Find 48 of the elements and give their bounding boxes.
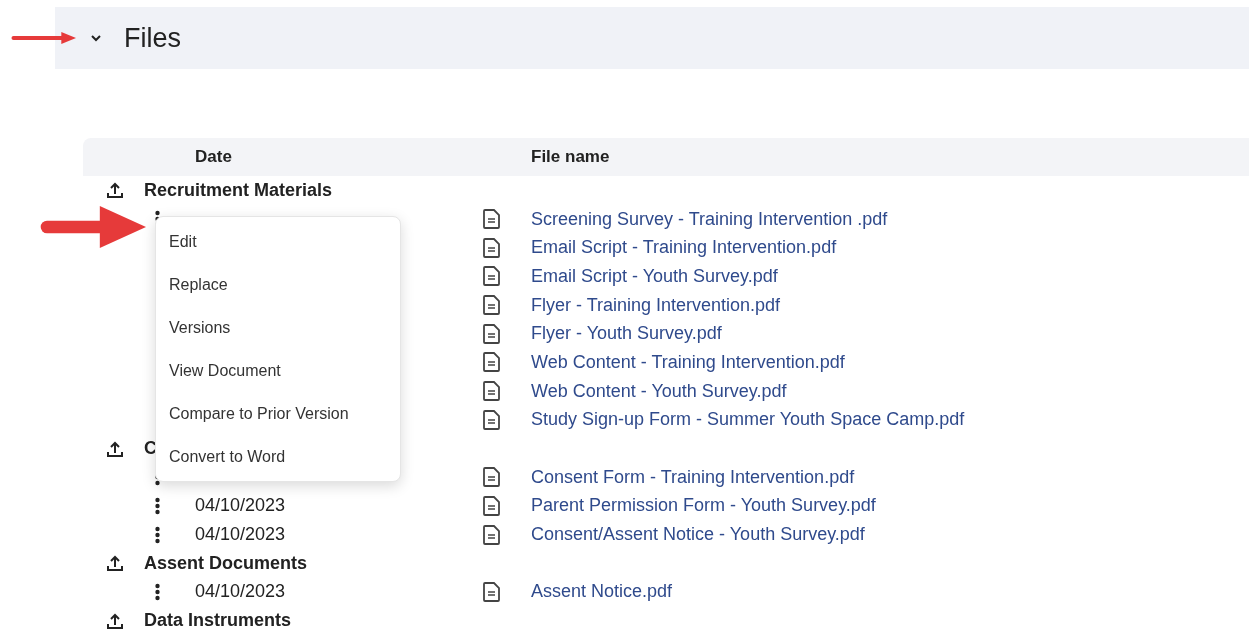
upload-icon[interactable] xyxy=(105,611,124,630)
upload-icon[interactable] xyxy=(105,439,124,458)
date-cell: 04/10/2023 xyxy=(195,495,286,516)
date-cell: 04/10/2023 xyxy=(195,524,286,545)
file-link[interactable]: Web Content - Training Intervention.pdf xyxy=(531,348,845,376)
column-header: File name xyxy=(531,146,610,169)
menu-item[interactable]: Edit xyxy=(156,220,400,263)
file-link[interactable]: Email Script - Youth Survey.pdf xyxy=(531,262,778,290)
file-link[interactable]: Web Content - Youth Survey.pdf xyxy=(531,377,787,405)
menu-item[interactable]: Replace xyxy=(156,263,400,306)
document-icon xyxy=(483,495,500,516)
document-icon xyxy=(483,266,500,287)
menu-item[interactable]: Compare to Prior Version xyxy=(156,392,400,435)
menu-item[interactable]: View Document xyxy=(156,349,400,392)
column-header: Date xyxy=(195,146,233,169)
document-icon xyxy=(483,409,500,430)
upload-icon[interactable] xyxy=(105,554,124,573)
menu-item[interactable]: Convert to Word xyxy=(156,435,400,478)
file-link[interactable]: Consent/Assent Notice - Youth Survey.pdf xyxy=(531,521,865,549)
file-link[interactable]: Screening Survey - Training Intervention .pdf xyxy=(531,205,888,233)
group-name: Data Instruments xyxy=(144,609,292,633)
kebab-menu-icon[interactable] xyxy=(155,582,160,601)
file-link[interactable]: Parent Permission Form - Youth Survey.pdf xyxy=(531,492,876,520)
document-icon xyxy=(483,381,500,402)
file-link[interactable]: Email Script - Training Intervention.pdf xyxy=(531,234,837,262)
group-name: Recruitment Materials xyxy=(144,178,333,202)
file-link[interactable]: Assent Notice.pdf xyxy=(531,578,673,606)
kebab-menu-icon[interactable] xyxy=(155,525,160,544)
group-name: Assent Documents xyxy=(144,551,308,575)
document-icon xyxy=(483,295,500,316)
section-header[interactable]: Files xyxy=(55,7,1249,69)
file-link[interactable]: Flyer - Training Intervention.pdf xyxy=(531,291,781,319)
document-icon xyxy=(483,524,500,545)
file-link[interactable]: Study Sign-up Form - Summer Youth Space Camp.pdf xyxy=(531,406,965,434)
section-title: Files xyxy=(124,21,181,55)
menu-item[interactable]: Versions xyxy=(156,306,400,349)
document-icon xyxy=(483,209,500,230)
document-icon xyxy=(483,467,500,488)
document-icon xyxy=(483,352,500,373)
file-link[interactable]: Flyer - Youth Survey.pdf xyxy=(531,320,722,348)
file-link[interactable]: Consent Form - Training Intervention.pdf xyxy=(531,463,855,491)
document-icon xyxy=(483,237,500,258)
date-cell: 04/10/2023 xyxy=(195,581,286,602)
arrow-icon xyxy=(10,31,76,45)
kebab-menu-icon[interactable] xyxy=(155,496,160,515)
document-icon xyxy=(483,581,500,602)
document-icon xyxy=(483,323,500,344)
upload-icon[interactable] xyxy=(105,181,124,200)
